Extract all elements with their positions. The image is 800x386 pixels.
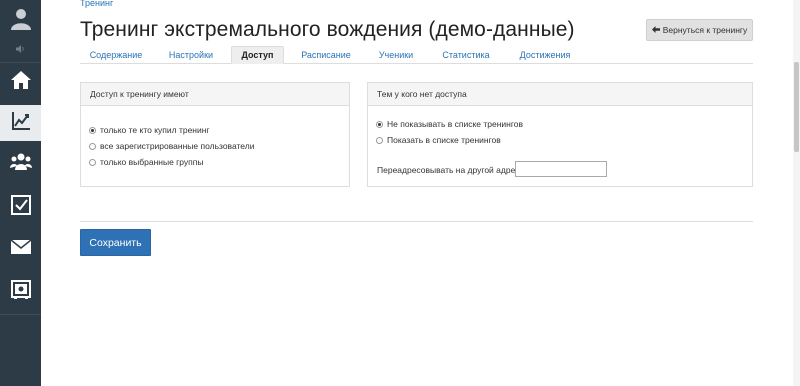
page-title: Тренинг экстремального вождения (демо-да… (80, 18, 575, 41)
access-panel-title: Доступ к тренингу имеют (81, 83, 349, 106)
access-panel: Доступ к тренингу имеют только те кто ку… (80, 82, 350, 187)
radio-label: все зарегистрированные пользователи (100, 141, 255, 151)
users-icon (9, 153, 32, 175)
redirect-url-input[interactable] (515, 161, 607, 177)
checkbox-icon (10, 194, 31, 220)
radio-button[interactable] (376, 136, 383, 144)
sidebar-item-users[interactable] (0, 146, 41, 182)
sidebar-item-tasks[interactable] (0, 189, 41, 225)
radio-button[interactable] (89, 126, 96, 134)
tab-access[interactable]: Доступ (231, 46, 284, 64)
mail-icon (10, 238, 31, 259)
sidebar-separator (0, 62, 41, 63)
back-to-training-button[interactable]: Вернуться к тренингу (646, 19, 753, 41)
access-option-purchased[interactable]: только те кто купил тренинг (89, 125, 210, 135)
sidebar-item-mail[interactable] (0, 231, 41, 267)
no-access-panel-title: Тем у кого нет доступа (368, 83, 752, 106)
radio-label: Показать в списке тренингов (387, 135, 501, 145)
radio-button[interactable] (89, 142, 96, 150)
radio-label: только выбранные группы (100, 157, 204, 167)
arrow-left-icon (651, 25, 660, 35)
scrollbar-thumb[interactable] (794, 62, 799, 152)
tab-settings[interactable]: Настройки (158, 46, 224, 64)
radio-label: только те кто купил тренинг (100, 125, 210, 135)
sidebar-item-safe[interactable] (0, 274, 41, 310)
access-option-registered[interactable]: все зарегистрированные пользователи (89, 141, 254, 151)
tab-statistics[interactable]: Статистика (434, 46, 498, 64)
radio-label: Не показывать в списке тренингов (387, 119, 524, 129)
no-access-option-show[interactable]: Показать в списке тренингов (376, 135, 501, 145)
access-option-groups[interactable]: только выбранные группы (89, 157, 203, 167)
breadcrumb-link[interactable]: Тренинг (80, 0, 113, 8)
redirect-label: Переадресовывать на другой адрес (377, 165, 520, 175)
save-button[interactable]: Сохранить (80, 229, 151, 256)
chart-icon (11, 111, 31, 136)
back-button-label: Вернуться к тренингу (662, 25, 748, 35)
tab-bar: Содержание Настройки Доступ Расписание У… (80, 46, 753, 64)
sound-icon[interactable] (0, 40, 41, 58)
divider (80, 221, 753, 222)
safe-icon (10, 279, 31, 305)
sidebar-item-stats[interactable] (0, 105, 41, 141)
radio-button[interactable] (89, 158, 96, 166)
no-access-option-hide[interactable]: Не показывать в списке тренингов (376, 119, 523, 129)
no-access-panel: Тем у кого нет доступа Не показывать в с… (367, 82, 753, 187)
home-icon (10, 70, 31, 94)
tab-achievements[interactable]: Достижения (510, 46, 580, 64)
sidebar-separator (0, 314, 41, 315)
sidebar (0, 0, 41, 386)
user-avatar-icon[interactable] (0, 0, 41, 36)
radio-button[interactable] (376, 120, 383, 128)
tab-content[interactable]: Содержание (80, 46, 152, 64)
tab-students[interactable]: Ученики (370, 46, 422, 64)
tab-schedule[interactable]: Расписание (292, 46, 360, 64)
scrollbar[interactable] (793, 0, 800, 386)
sidebar-item-home[interactable] (0, 64, 41, 100)
